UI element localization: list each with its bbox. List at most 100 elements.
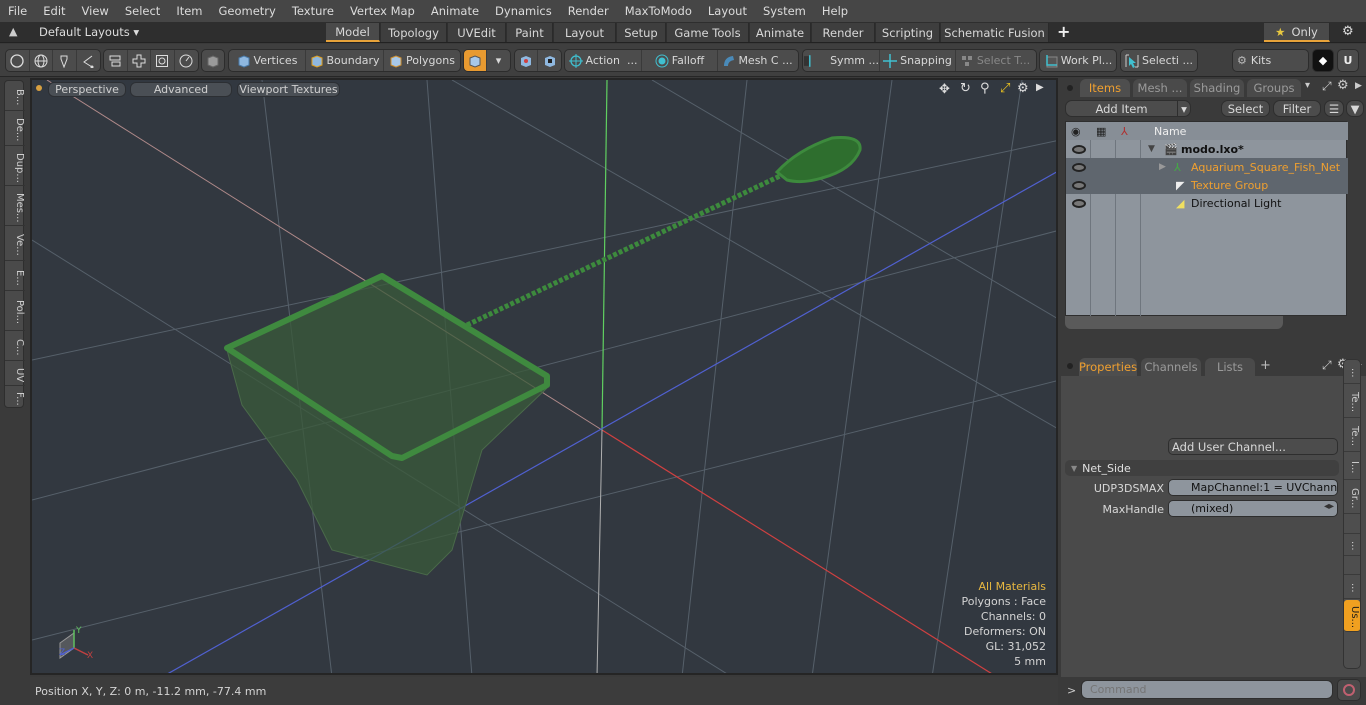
polygons-button[interactable]: Polygons — [384, 50, 460, 71]
menu-animate[interactable]: Animate — [423, 4, 487, 18]
side-tab-groups[interactable]: Gr... — [1344, 480, 1360, 514]
tab-shading[interactable]: Shading — [1190, 79, 1244, 97]
menu-geometry[interactable]: Geometry — [211, 4, 284, 18]
viewport-textures-button[interactable]: Viewport Textures — [237, 82, 340, 97]
item-row-light[interactable]: ◢ Directional Light — [1066, 194, 1348, 212]
item-row-texture-group[interactable]: ◤ Texture Group — [1066, 176, 1348, 194]
funnel-icon[interactable]: ▼ — [1346, 100, 1364, 117]
horizontal-scrollbar[interactable] — [1065, 316, 1283, 329]
advanced-button[interactable]: Advanced — [130, 82, 232, 97]
symmetry-button[interactable]: Symm ... — [803, 50, 880, 71]
tab-topology[interactable]: Topology — [381, 23, 447, 42]
item-mode-button[interactable] — [201, 49, 225, 72]
eye-icon[interactable] — [1072, 144, 1086, 154]
add-user-channel-button[interactable]: Add User Channel... — [1168, 438, 1338, 455]
menu-item[interactable]: Item — [168, 4, 210, 18]
only-toggle[interactable]: ★ Only — [1264, 23, 1330, 42]
viewport-options-dot[interactable] — [36, 85, 42, 91]
left-tab-vertex[interactable]: Ve... — [5, 226, 25, 261]
left-tab-uv[interactable]: UV — [5, 361, 25, 386]
pivot-icon[interactable] — [515, 50, 538, 71]
side-tab-texture-1[interactable]: Te... — [1344, 384, 1360, 418]
tab-items[interactable]: Items — [1080, 79, 1130, 97]
align-icon[interactable] — [104, 50, 128, 71]
tab-render[interactable]: Render — [812, 23, 875, 42]
menu-vertex-map[interactable]: Vertex Map — [342, 4, 423, 18]
tab-scripting[interactable]: Scripting — [876, 23, 940, 42]
tab-game-tools[interactable]: Game Tools — [667, 23, 749, 42]
default-layouts-dropdown[interactable]: Default Layouts ▾ — [39, 25, 139, 39]
side-tab-6[interactable] — [1344, 514, 1360, 534]
add-tab-button[interactable]: + — [1057, 22, 1070, 41]
kits-button[interactable]: ⚙ Kits — [1232, 49, 1309, 72]
visibility-column-icon[interactable]: ◉ — [1071, 125, 1081, 138]
collapse-triangle-icon[interactable]: ▼ — [1148, 144, 1155, 154]
left-tab-mesh-edit[interactable]: Mes... — [5, 186, 25, 226]
panel-expand-icon[interactable]: ▶ — [1355, 81, 1362, 91]
tab-channels[interactable]: Channels — [1141, 358, 1201, 376]
snapping-button[interactable]: Snapping — [880, 50, 956, 71]
side-tab-9[interactable]: ... — [1344, 575, 1360, 599]
add-properties-tab[interactable]: + — [1260, 358, 1271, 373]
menu-layout[interactable]: Layout — [700, 4, 755, 18]
eye-icon[interactable] — [1072, 198, 1086, 208]
all-materials-label[interactable]: All Materials — [961, 579, 1046, 594]
side-tab-1[interactable]: ... — [1344, 360, 1360, 384]
eye-icon[interactable] — [1072, 162, 1086, 172]
zoom-icon[interactable]: ⚲ — [980, 81, 990, 96]
net-side-section[interactable]: ▼ Net_Side — [1065, 460, 1339, 476]
pen-tool-icon[interactable] — [53, 50, 77, 71]
panel-options-dot[interactable] — [1067, 85, 1073, 91]
side-tab-8[interactable] — [1344, 556, 1360, 575]
udp3dsmax-field[interactable]: MapChannel:1 = UVChannel_ — [1168, 479, 1338, 496]
list-options-icon[interactable]: ☰ — [1324, 100, 1344, 117]
record-macro-button[interactable] — [1337, 679, 1361, 701]
pan-icon[interactable]: ✥ — [939, 82, 950, 97]
menu-file[interactable]: File — [0, 4, 35, 18]
left-tab-edge[interactable]: E... — [5, 261, 25, 291]
3d-viewport[interactable]: Y X Z Perspective Advanced Viewport Text… — [30, 78, 1058, 675]
side-tab-texture-2[interactable]: Te... — [1344, 418, 1360, 452]
menu-select[interactable]: Select — [117, 4, 168, 18]
action-button[interactable]: Action ... — [565, 50, 642, 71]
tab-lists[interactable]: Lists — [1205, 358, 1255, 376]
slider-arrows-icon[interactable]: ◂▸ — [1324, 501, 1334, 512]
dial-icon[interactable] — [175, 50, 198, 71]
tab-setup[interactable]: Setup — [617, 23, 666, 42]
tab-paint[interactable]: Paint — [507, 23, 553, 42]
perspective-button[interactable]: Perspective — [48, 82, 126, 97]
left-tab-duplicate[interactable]: Dup... — [5, 146, 25, 186]
circle-icon[interactable] — [6, 50, 30, 71]
menu-help[interactable]: Help — [814, 4, 856, 18]
maximize-icon[interactable]: ⤢ — [1000, 81, 1010, 96]
tab-model[interactable]: Model — [326, 23, 380, 42]
viewport-settings-icon[interactable]: ⚙ — [1017, 81, 1029, 96]
cross-grid-icon[interactable] — [128, 50, 151, 71]
tab-groups[interactable]: Groups — [1247, 79, 1301, 97]
side-tab-7[interactable]: ... — [1344, 534, 1360, 556]
mesh-constraint-button[interactable]: Mesh C ... — [718, 50, 796, 71]
bezier-icon[interactable] — [77, 50, 100, 71]
center-icon[interactable] — [538, 50, 561, 71]
add-item-dropdown[interactable]: ▾ — [1177, 100, 1191, 117]
gear-icon[interactable]: ⚙ — [1342, 24, 1354, 39]
maxhandle-field[interactable]: (mixed) — [1168, 500, 1338, 517]
panel-settings-icon[interactable]: ⚙ — [1337, 78, 1349, 93]
select-button[interactable]: Select — [1221, 100, 1270, 117]
maximize-properties-icon[interactable]: ⤢ — [1322, 358, 1332, 373]
tab-animate[interactable]: Animate — [750, 23, 811, 42]
menu-system[interactable]: System — [755, 4, 814, 18]
eye-icon[interactable] — [1072, 180, 1086, 190]
expand-triangle-icon[interactable]: ▶ — [1159, 162, 1166, 172]
menu-dynamics[interactable]: Dynamics — [487, 4, 560, 18]
side-tab-user[interactable]: Us... — [1344, 600, 1360, 632]
material-mode-button[interactable] — [464, 50, 487, 71]
item-row-scene[interactable]: ▼ 🎬 modo.lxo* — [1066, 140, 1348, 158]
type-column-icon[interactable]: ⅄ — [1121, 125, 1128, 138]
mode-dropdown-arrow[interactable]: ▾ — [487, 50, 510, 71]
globe-icon[interactable] — [30, 50, 53, 71]
side-tab-item[interactable]: I... — [1344, 452, 1360, 480]
filter-button[interactable]: Filter — [1273, 100, 1321, 117]
tab-layout[interactable]: Layout — [554, 23, 616, 42]
unity-button[interactable]: ◆ — [1312, 49, 1334, 72]
